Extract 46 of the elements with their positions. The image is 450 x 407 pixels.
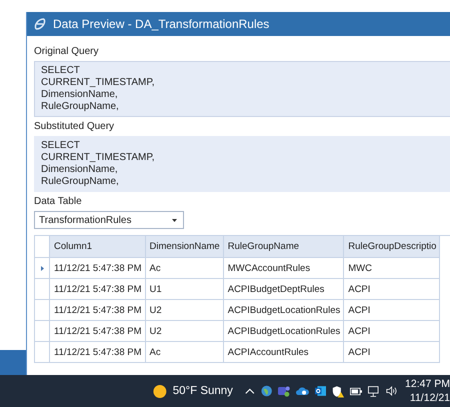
- shield-warning-icon[interactable]: [332, 384, 344, 398]
- row-header[interactable]: [35, 258, 50, 279]
- original-query-label: Original Query: [34, 46, 100, 58]
- window-title: Data Preview - DA_TransformationRules: [53, 17, 270, 31]
- table-cell: U1: [146, 279, 224, 300]
- table-cell: ACPIBudgetLocationRules: [224, 321, 344, 342]
- table-cell: ACPIBudgetDeptRules: [224, 279, 344, 300]
- column-header[interactable]: Column1: [50, 236, 146, 258]
- table-cell: ACPI: [344, 300, 440, 321]
- table-cell: 11/12/21 5:47:38 PM: [50, 258, 146, 279]
- data-table-label: Data Table: [34, 196, 83, 208]
- table-cell: 11/12/21 5:47:38 PM: [50, 279, 146, 300]
- table-cell: U2: [146, 300, 224, 321]
- table-cell: ACPI: [344, 321, 440, 342]
- globe-icon[interactable]: [260, 384, 272, 398]
- table-cell: 11/12/21 5:47:38 PM: [50, 321, 146, 342]
- background-window-strip: [0, 350, 26, 375]
- caret-icon: [172, 218, 177, 222]
- speaker-icon[interactable]: [386, 385, 398, 397]
- table-cell: MWC: [344, 258, 440, 279]
- table-cell: U2: [146, 321, 224, 342]
- table-cell: 11/12/21 5:47:38 PM: [50, 342, 146, 363]
- column-header[interactable]: RuleGroupName: [224, 236, 344, 258]
- substituted-query-label: Substituted Query: [34, 121, 116, 133]
- table-cell: ACPIBudgetLocationRules: [224, 300, 344, 321]
- original-query-box[interactable]: SELECT CURRENT_TIMESTAMP, DimensionName, RuleGroupName,: [34, 61, 450, 117]
- sun-icon[interactable]: [153, 382, 167, 400]
- weather-text[interactable]: 50°F Sunny: [172, 385, 233, 397]
- column-header[interactable]: RuleGroupDescriptio: [344, 236, 440, 258]
- substituted-query-box[interactable]: SELECT CURRENT_TIMESTAMP, DimensionName, RuleGroupName,: [34, 136, 450, 192]
- table-cell: ACPIAccountRules: [224, 342, 344, 363]
- column-header[interactable]: DimensionName: [146, 236, 224, 258]
- table-cell: Ac: [146, 258, 224, 279]
- network-icon[interactable]: [368, 384, 380, 398]
- chevron-up-icon[interactable]: [244, 387, 255, 395]
- table-cell: Ac: [146, 342, 224, 363]
- table-cell: ACPI: [344, 342, 440, 363]
- app-logo-icon: [33, 17, 47, 31]
- table-cell: 11/12/21 5:47:38 PM: [50, 300, 146, 321]
- current-row-icon: [40, 266, 44, 270]
- data-table-dropdown[interactable]: TransformationRules: [34, 211, 184, 229]
- table-cell: MWCAccountRules: [224, 258, 344, 279]
- battery-icon[interactable]: [350, 386, 362, 396]
- cloud-icon[interactable]: [296, 385, 309, 397]
- table-cell: ACPI: [344, 279, 440, 300]
- clock[interactable]: 12:47 PM 11/12/21: [405, 377, 450, 405]
